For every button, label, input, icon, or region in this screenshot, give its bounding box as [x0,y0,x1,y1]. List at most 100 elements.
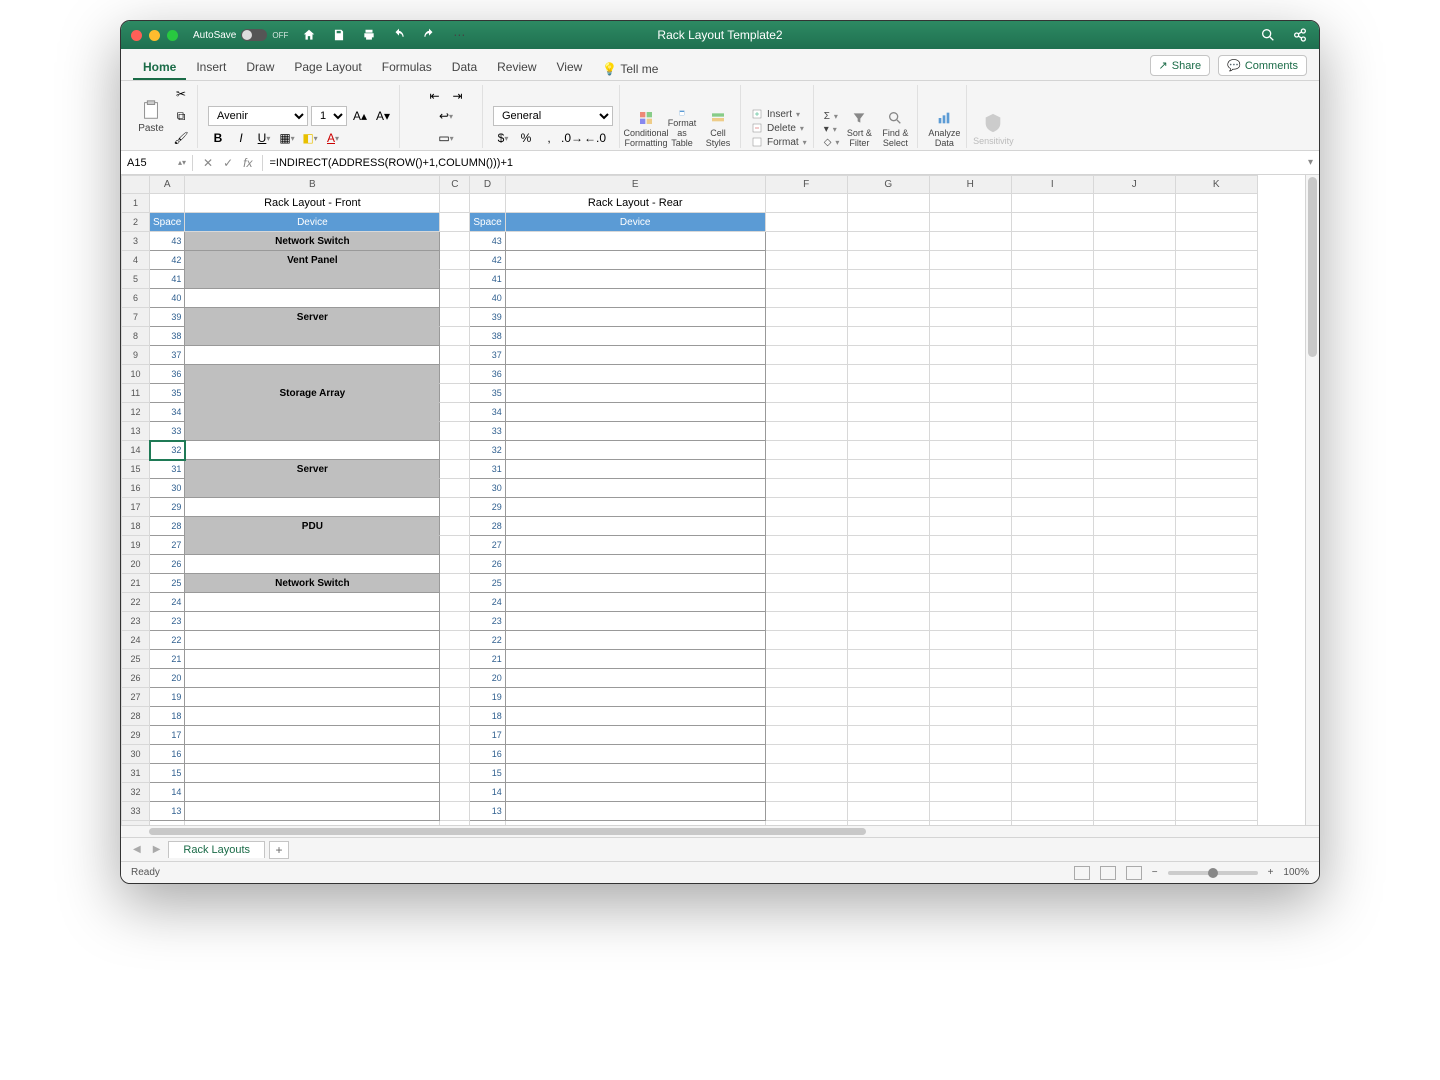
cell-G22[interactable] [847,593,929,612]
cell-J8[interactable] [1093,327,1175,346]
cell-C4[interactable] [440,251,470,270]
row-header-1[interactable]: 1 [122,194,150,213]
cell-F34[interactable] [765,821,847,826]
cell-F25[interactable] [765,650,847,669]
cell-C7[interactable] [440,308,470,327]
cell-B11[interactable]: Storage Array [185,384,440,403]
cell-I7[interactable] [1011,308,1093,327]
cell-J16[interactable] [1093,479,1175,498]
cell-A22[interactable]: 24 [150,593,185,612]
minimize-window-button[interactable] [149,30,160,41]
cell-D14[interactable]: 32 [470,441,505,460]
fill-icon[interactable]: ▾ [824,124,840,135]
row-header-20[interactable]: 20 [122,555,150,574]
cell-J3[interactable] [1093,232,1175,251]
cell-G24[interactable] [847,631,929,650]
normal-view-icon[interactable] [1074,866,1090,880]
cell-H27[interactable] [929,688,1011,707]
cell-B15[interactable]: Server [185,460,440,479]
decrease-indent-icon[interactable]: ⇤ [425,86,445,106]
cell-E25[interactable] [505,650,765,669]
row-header-14[interactable]: 14 [122,441,150,460]
paste-button[interactable]: Paste [135,97,167,135]
cell-E34[interactable] [505,821,765,826]
cell-B30[interactable] [185,745,440,764]
row-header-28[interactable]: 28 [122,707,150,726]
cell-F6[interactable] [765,289,847,308]
col-header-E[interactable]: E [505,176,765,194]
cell-H2[interactable] [929,213,1011,232]
cell-E24[interactable] [505,631,765,650]
cell-G3[interactable] [847,232,929,251]
cell-J27[interactable] [1093,688,1175,707]
cell-D18[interactable]: 28 [470,517,505,536]
cell-A20[interactable]: 26 [150,555,185,574]
cell-A18[interactable]: 28 [150,517,185,536]
cell-A6[interactable]: 40 [150,289,185,308]
cell-J33[interactable] [1093,802,1175,821]
cell-F8[interactable] [765,327,847,346]
cell-J28[interactable] [1093,707,1175,726]
row-header-8[interactable]: 8 [122,327,150,346]
cell-A33[interactable]: 13 [150,802,185,821]
cell-F19[interactable] [765,536,847,555]
cell-C23[interactable] [440,612,470,631]
page-layout-view-icon[interactable] [1100,866,1116,880]
cell-D21[interactable]: 25 [470,574,505,593]
cell-K34[interactable] [1175,821,1257,826]
cell-I22[interactable] [1011,593,1093,612]
copy-icon[interactable]: ⧉ [171,106,191,126]
share-header-icon[interactable] [1291,26,1309,44]
cell-styles-button[interactable]: Cell Styles [702,110,734,148]
cell-F2[interactable] [765,213,847,232]
cell-H13[interactable] [929,422,1011,441]
cell-I2[interactable] [1011,213,1093,232]
cell-A12[interactable]: 34 [150,403,185,422]
cell-H32[interactable] [929,783,1011,802]
cell-E29[interactable] [505,726,765,745]
tell-me[interactable]: 💡 Tell me [592,56,668,80]
cell-A24[interactable]: 22 [150,631,185,650]
cell-D34[interactable] [470,821,505,826]
row-header-31[interactable]: 31 [122,764,150,783]
cell-F15[interactable] [765,460,847,479]
row-header-5[interactable]: 5 [122,270,150,289]
tab-home[interactable]: Home [133,54,186,80]
cell-K28[interactable] [1175,707,1257,726]
cell-C24[interactable] [440,631,470,650]
cell-F16[interactable] [765,479,847,498]
cell-C1[interactable] [440,194,470,213]
cell-H23[interactable] [929,612,1011,631]
cell-D4[interactable]: 42 [470,251,505,270]
font-color-button[interactable]: A [323,128,343,148]
cell-G5[interactable] [847,270,929,289]
row-header-12[interactable]: 12 [122,403,150,422]
cell-K27[interactable] [1175,688,1257,707]
cell-F26[interactable] [765,669,847,688]
cell-G34[interactable] [847,821,929,826]
cell-C18[interactable] [440,517,470,536]
cell-G29[interactable] [847,726,929,745]
autosave-toggle[interactable]: AutoSave OFF [193,29,288,41]
cell-E6[interactable] [505,289,765,308]
cell-I26[interactable] [1011,669,1093,688]
sheet-tab-active[interactable]: Rack Layouts [168,841,265,858]
redo-icon[interactable] [420,26,438,44]
cell-K1[interactable] [1175,194,1257,213]
cell-K17[interactable] [1175,498,1257,517]
cell-D9[interactable]: 37 [470,346,505,365]
more-icon[interactable]: ⋯ [450,26,468,44]
cell-D20[interactable]: 26 [470,555,505,574]
cell-D22[interactable]: 24 [470,593,505,612]
cell-A10[interactable]: 36 [150,365,185,384]
cell-K23[interactable] [1175,612,1257,631]
cell-G9[interactable] [847,346,929,365]
cell-E12[interactable] [505,403,765,422]
cell-K6[interactable] [1175,289,1257,308]
zoom-window-button[interactable] [167,30,178,41]
cell-C33[interactable] [440,802,470,821]
cell-A2[interactable]: Space [150,213,185,232]
zoom-out-button[interactable]: − [1152,867,1158,878]
underline-button[interactable]: U [254,128,274,148]
cell-J22[interactable] [1093,593,1175,612]
